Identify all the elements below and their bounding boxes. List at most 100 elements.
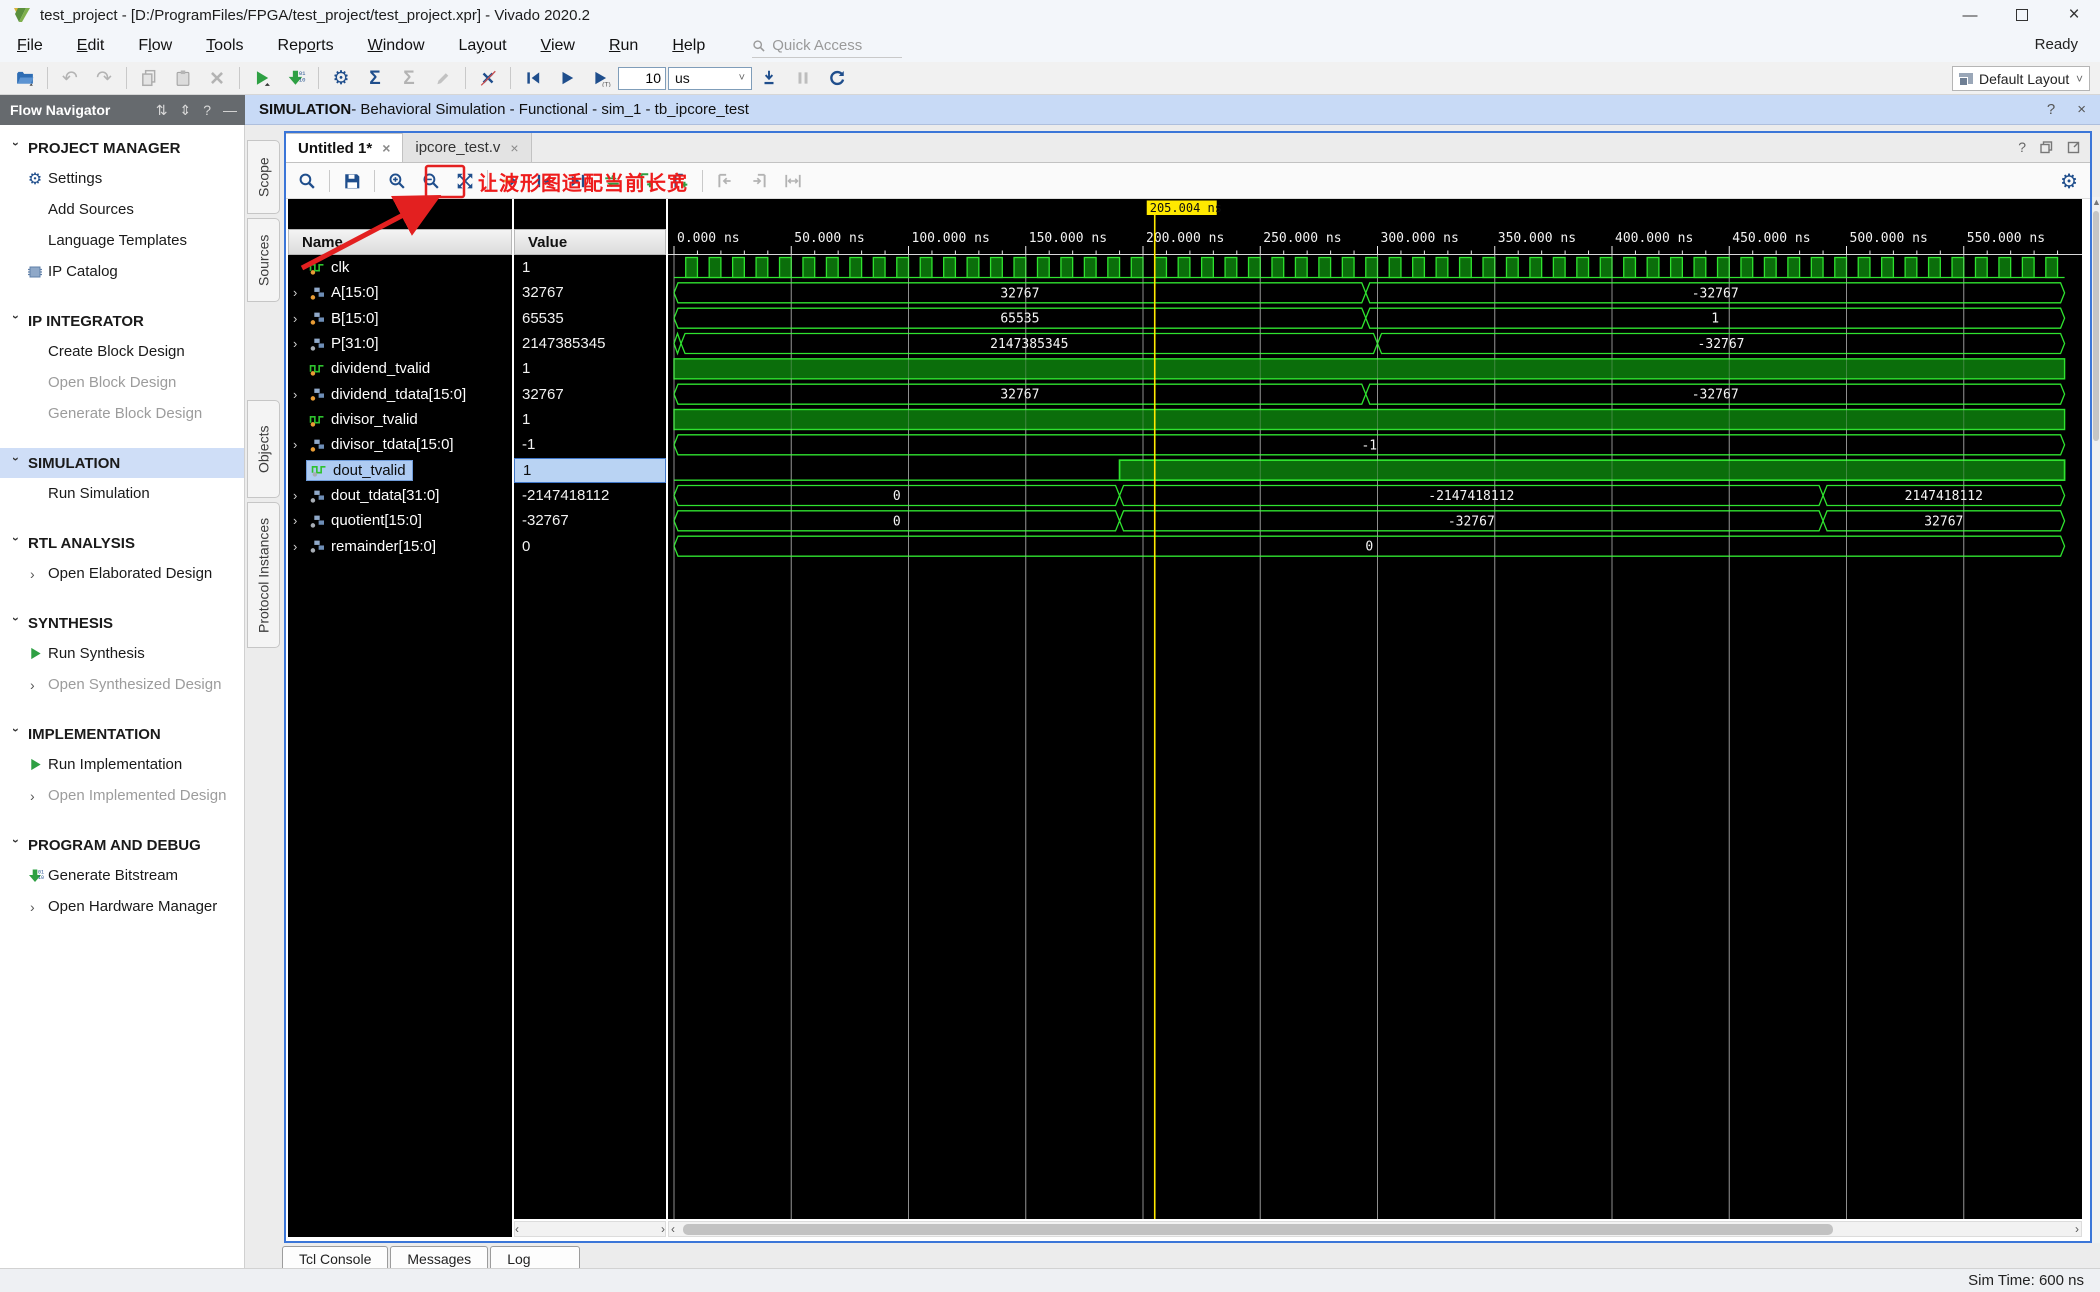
scroll-left-icon[interactable]: ‹ <box>671 1222 675 1236</box>
signal-row[interactable]: › remainder[15:0] <box>288 534 512 559</box>
sum-icon[interactable]: Σ <box>358 65 392 91</box>
signal-value[interactable]: 32767 <box>514 280 666 305</box>
waveform-hscrollbar[interactable]: ‹ › <box>668 1221 2082 1237</box>
expand-chevron-icon[interactable]: › <box>293 488 307 503</box>
flow-section-implementation[interactable]: › IMPLEMENTATION <box>0 719 244 749</box>
zoom-in-icon[interactable] <box>380 167 414 195</box>
signal-row[interactable]: dividend_tvalid <box>288 356 512 381</box>
zoom-out-icon[interactable] <box>414 167 448 195</box>
minimize-button[interactable]: — <box>1944 0 1996 30</box>
signal-row[interactable]: › dividend_tdata[15:0] <box>288 382 512 407</box>
signal-row[interactable]: › quotient[15:0] <box>288 508 512 533</box>
menu-flow[interactable]: Flow <box>121 33 189 59</box>
flow-section-simulation[interactable]: › SIMULATION <box>0 448 244 478</box>
goto-left-icon[interactable] <box>708 167 742 195</box>
signal-value[interactable]: 65535 <box>514 306 666 331</box>
signal-value[interactable]: 32767 <box>514 382 666 407</box>
signal-value[interactable]: 1 <box>514 255 666 280</box>
vertical-scrollbar[interactable]: ▲ <box>2092 197 2100 1243</box>
tab-ipcore-test-v[interactable]: ipcore_test.v × <box>403 133 532 162</box>
scroll-up-icon[interactable]: ▲ <box>2092 197 2100 207</box>
expand-chevron-icon[interactable]: › <box>293 513 307 528</box>
restart-sim-icon[interactable] <box>516 65 550 91</box>
maximize-panel-icon[interactable] <box>2067 141 2080 154</box>
sidebar-item-open-hardware-manager[interactable]: › Open Hardware Manager <box>0 891 244 922</box>
layout-selector[interactable]: Default Layout ˅ <box>1952 66 2090 91</box>
name-column-header[interactable]: Name <box>288 229 512 255</box>
waveform-settings-gear-icon[interactable]: ⚙ <box>2060 169 2078 194</box>
flow-section-ip-integrator[interactable]: › IP INTEGRATOR <box>0 306 244 336</box>
sidebar-item-ip-catalog[interactable]: IP Catalog <box>0 256 244 287</box>
close-icon[interactable]: × <box>510 140 518 156</box>
redo-icon[interactable]: ↷ <box>87 65 121 91</box>
sidebar-item-generate-bitstream[interactable]: 01 10 Generate Bitstream <box>0 860 244 891</box>
quick-access-search[interactable]: Quick Access <box>752 34 903 58</box>
side-tab-protocol-instances[interactable]: Protocol Instances <box>247 502 280 648</box>
bitstream-icon[interactable]: 01 10 <box>279 65 313 91</box>
run-for-icon[interactable]: (T) <box>584 65 618 91</box>
menu-reports[interactable]: Reports <box>261 33 351 59</box>
sidebar-item-create-block-design[interactable]: Create Block Design <box>0 336 244 367</box>
scroll-right-icon[interactable]: › <box>661 1222 665 1236</box>
sidebar-item-open-elaborated-design[interactable]: › Open Elaborated Design <box>0 558 244 589</box>
scroll-left-icon[interactable]: ‹ <box>515 1222 519 1236</box>
menu-run[interactable]: Run <box>592 33 655 59</box>
run-all-icon[interactable] <box>550 65 584 91</box>
minimize-panel-icon[interactable]: — <box>223 102 237 119</box>
sidebar-item-run-simulation[interactable]: Run Simulation <box>0 478 244 509</box>
expand-icon[interactable]: ⇕ <box>179 102 191 119</box>
signal-row[interactable]: clk <box>288 255 512 280</box>
flow-section-synthesis[interactable]: › SYNTHESIS <box>0 608 244 638</box>
menu-view[interactable]: View <box>524 33 592 59</box>
sidebar-item-run-synthesis[interactable]: Run Synthesis <box>0 638 244 669</box>
close-button[interactable]: × <box>2048 0 2100 30</box>
run-time-input[interactable] <box>618 66 666 90</box>
save-icon[interactable] <box>335 167 369 195</box>
maximize-button[interactable] <box>1996 0 2048 30</box>
paste-icon[interactable] <box>166 65 200 91</box>
menu-tools[interactable]: Tools <box>189 33 260 59</box>
relaunch-icon[interactable] <box>820 65 854 91</box>
flow-section-rtl-analysis[interactable]: › RTL ANALYSIS <box>0 528 244 558</box>
signal-value[interactable]: -2147418112 <box>514 483 666 508</box>
goto-right-icon[interactable] <box>742 167 776 195</box>
menu-edit[interactable]: Edit <box>60 33 122 59</box>
expand-chevron-icon[interactable]: › <box>293 387 307 402</box>
help-icon[interactable]: ? <box>2018 139 2026 155</box>
waveform-canvas[interactable]: 0.000 ns 50.000 ns 100.000 ns 150.000 ns 200… <box>668 199 2082 1219</box>
fit-selection-icon[interactable] <box>776 167 810 195</box>
signal-row[interactable]: divisor_tvalid <box>288 407 512 432</box>
expand-chevron-icon[interactable]: › <box>293 437 307 452</box>
undo-icon[interactable]: ↶ <box>53 65 87 91</box>
sidebar-item-language-templates[interactable]: Language Templates <box>0 225 244 256</box>
side-tab-objects[interactable]: Objects <box>247 400 280 498</box>
close-icon[interactable]: × <box>2077 101 2086 118</box>
expand-chevron-icon[interactable]: › <box>293 539 307 554</box>
signal-row[interactable]: dout_tvalid <box>288 458 512 483</box>
edit-off-icon[interactable] <box>426 65 460 91</box>
settings-gear-icon[interactable]: ⚙ <box>324 65 358 91</box>
close-icon[interactable]: × <box>382 140 390 156</box>
flow-section-program-and-debug[interactable]: › PROGRAM AND DEBUG <box>0 830 244 860</box>
menu-help[interactable]: Help <box>655 33 722 59</box>
menu-layout[interactable]: Layout <box>442 33 524 59</box>
signal-row[interactable]: › dout_tdata[31:0] <box>288 483 512 508</box>
find-icon[interactable] <box>290 167 324 195</box>
sidebar-item-add-sources[interactable]: Add Sources <box>0 194 244 225</box>
menu-file[interactable]: File <box>0 33 60 59</box>
signal-row[interactable]: › divisor_tdata[15:0] <box>288 432 512 457</box>
scrollbar-thumb[interactable] <box>683 1224 1833 1235</box>
sidebar-item-settings[interactable]: ⚙ Settings <box>0 163 244 194</box>
help-icon[interactable]: ? <box>2047 101 2055 118</box>
value-column-hscrollbar[interactable]: ‹ › <box>514 1221 666 1237</box>
sum-off-icon[interactable]: Σ <box>392 65 426 91</box>
help-icon[interactable]: ? <box>203 102 211 119</box>
expand-chevron-icon[interactable]: › <box>293 336 307 351</box>
signal-value[interactable]: -32767 <box>514 508 666 533</box>
signal-value[interactable]: 1 <box>514 457 666 483</box>
scrollbar-thumb[interactable] <box>2093 211 2099 441</box>
flow-section-project-manager[interactable]: › PROJECT MANAGER <box>0 133 244 163</box>
signal-row[interactable]: › P[31:0] <box>288 331 512 356</box>
signal-row[interactable]: › A[15:0] <box>288 280 512 305</box>
tab-untitled-1-[interactable]: Untitled 1* × <box>286 133 404 162</box>
